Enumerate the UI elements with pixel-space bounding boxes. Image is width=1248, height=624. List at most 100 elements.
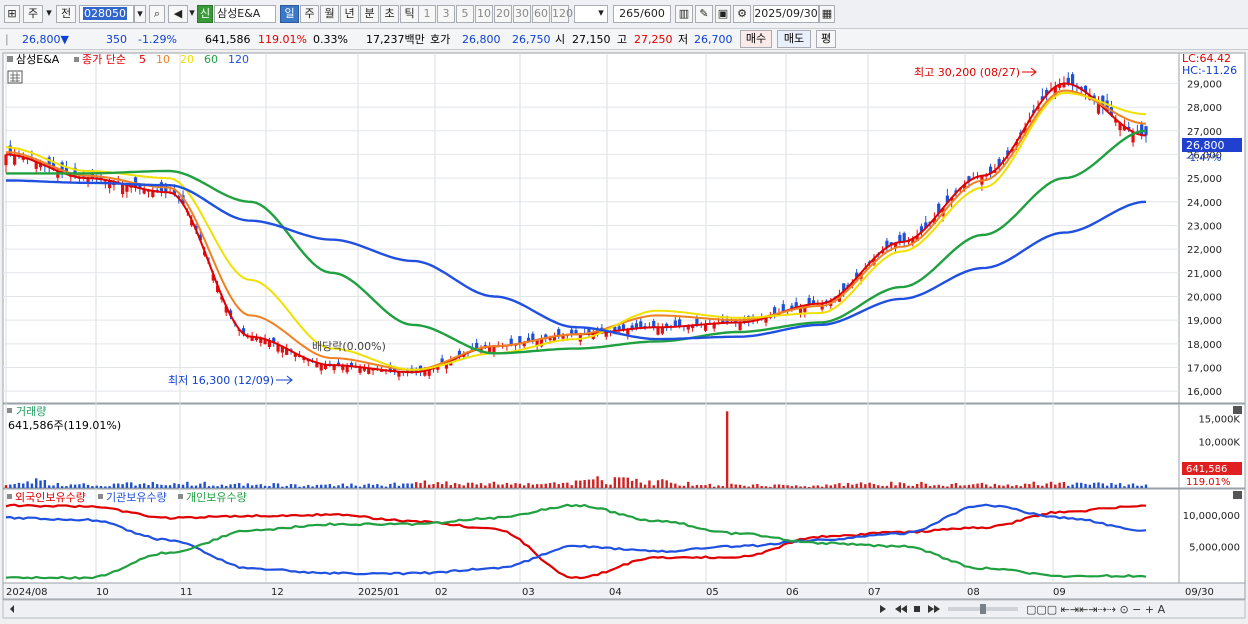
volume-bar	[488, 483, 491, 488]
volume-bar	[613, 477, 617, 488]
speaker-icon[interactable]: ◀	[168, 5, 188, 23]
volume-bar	[332, 486, 336, 488]
collapse-icon[interactable]: ∣	[4, 31, 12, 48]
zoom-slider-handle[interactable]	[980, 604, 986, 614]
volume-bar	[626, 477, 630, 488]
period-button-0[interactable]: 일	[280, 5, 299, 23]
volume-bar	[1075, 482, 1079, 488]
period-button-1[interactable]: 주	[300, 5, 319, 23]
hoga-label: 호가	[430, 33, 451, 46]
volume-bar	[674, 483, 677, 488]
volume-bar	[268, 485, 271, 488]
volume-bar	[829, 485, 832, 488]
volume-bar	[9, 484, 12, 488]
calendar-icon[interactable]: ▦	[819, 5, 835, 23]
period-button-6[interactable]: 틱	[400, 5, 419, 23]
stop-icon[interactable]	[914, 606, 920, 612]
bid-price: 26,750	[512, 33, 551, 46]
draw-tool-icon[interactable]: ✎	[695, 5, 713, 23]
volume-bar	[341, 483, 345, 488]
volume-bar	[920, 481, 923, 488]
speaker-dropdown-icon[interactable]: ▾	[188, 5, 196, 23]
ma-legend-10: 10	[156, 53, 170, 66]
open-label: 시	[555, 33, 566, 46]
investor-axis-bg	[1178, 488, 1246, 584]
interval-button-3[interactable]: 3	[437, 5, 455, 23]
volume-bar	[738, 484, 742, 488]
x-label-4: 2025/01	[358, 587, 400, 598]
volume-bar	[985, 484, 988, 488]
save-icon[interactable]: ▣	[715, 5, 731, 23]
volume-close-icon[interactable]	[1233, 406, 1242, 414]
volume-bar	[173, 483, 176, 488]
period-button-5[interactable]: 초	[380, 5, 399, 23]
bar-count-total: /600	[640, 7, 665, 20]
volume-bar	[950, 483, 953, 488]
hc-label: HC:-11.26	[1182, 64, 1237, 77]
new-badge: 신	[197, 5, 213, 23]
interval-button-20[interactable]: 20	[494, 5, 512, 23]
prev-mode-button[interactable]: 전	[56, 5, 76, 23]
stock-code-input[interactable]: 028050	[79, 5, 134, 23]
interval-button-30[interactable]: 30	[513, 5, 531, 23]
volume-bar	[989, 486, 992, 488]
investor-close-icon[interactable]	[1233, 491, 1242, 499]
period-button-3[interactable]: 년	[340, 5, 359, 23]
period-button-2[interactable]: 월	[320, 5, 339, 23]
volume-bar	[462, 485, 465, 488]
interval-button-1[interactable]: 1	[418, 5, 436, 23]
stock-name-field[interactable]: 삼성E&A	[214, 5, 276, 23]
avg-button[interactable]: 평	[816, 30, 836, 48]
volume-bar	[307, 484, 310, 488]
sell-button[interactable]: 매도	[777, 30, 811, 48]
date-input[interactable]: 2025/09/30	[753, 5, 819, 23]
search-icon[interactable]: ⌕	[149, 5, 165, 23]
volume-bar	[363, 484, 366, 488]
volume-bar	[181, 484, 185, 488]
bar-count-field[interactable]: 265/600	[613, 5, 671, 23]
volume-bar	[328, 484, 332, 488]
current-price: 26,800▼	[22, 33, 69, 46]
turnover-pct: 0.33%	[313, 33, 348, 46]
chart-menu-icon[interactable]: ⊞	[4, 5, 20, 23]
volume-bar	[980, 482, 984, 488]
buy-button[interactable]: 매수	[740, 30, 772, 48]
volume-bar	[168, 485, 172, 488]
volume-bar	[397, 485, 401, 488]
volume-bar	[376, 484, 379, 488]
volume-bar	[782, 484, 785, 488]
code-dropdown-icon[interactable]: ▾	[134, 5, 146, 23]
candle-type-icon[interactable]: ▥	[675, 5, 693, 23]
volume-bar	[622, 477, 625, 488]
volume-bar	[384, 486, 388, 488]
volume-tick-1: 10,000K	[1198, 438, 1240, 449]
volume-bar	[121, 484, 124, 488]
volume-bar	[17, 482, 21, 488]
volume-bar	[225, 485, 228, 488]
volume-bar	[859, 482, 863, 488]
volume-bar	[833, 484, 837, 488]
volume-bar	[691, 485, 694, 488]
volume-bar	[13, 483, 16, 488]
interval-button-10[interactable]: 10	[475, 5, 493, 23]
stock-chart[interactable]: 29,00028,00027,00026,00025,00024,00023,0…	[0, 51, 1248, 621]
volume-bar	[518, 483, 522, 488]
period-button-4[interactable]: 분	[360, 5, 379, 23]
interval-button-120[interactable]: 120	[551, 5, 573, 23]
interval-button-5[interactable]: 5	[456, 5, 474, 23]
investor-legend-1: 기관보유수량	[106, 491, 167, 504]
interval-button-60[interactable]: 60	[532, 5, 550, 23]
dropdown-icon[interactable]: ▾	[44, 5, 54, 23]
volume-bar	[142, 483, 146, 488]
period-mode-button[interactable]: 주	[23, 5, 43, 23]
view-tools-icons[interactable]: ▢▢▢ ⇤⇥⇤⇥⇢⇢ ⊙ − + A	[1026, 603, 1166, 616]
volume-bar	[902, 483, 906, 488]
gear-icon[interactable]: ⚙	[733, 5, 751, 23]
volume-title: 거래량	[16, 405, 46, 418]
volume-bar	[540, 484, 543, 488]
volume-bar	[1015, 485, 1018, 488]
volume-bar	[389, 483, 392, 488]
volume-bar	[548, 483, 552, 488]
stock-label: 삼성E&A	[16, 53, 60, 66]
interval-dropdown-icon[interactable]: ▾	[595, 5, 607, 23]
